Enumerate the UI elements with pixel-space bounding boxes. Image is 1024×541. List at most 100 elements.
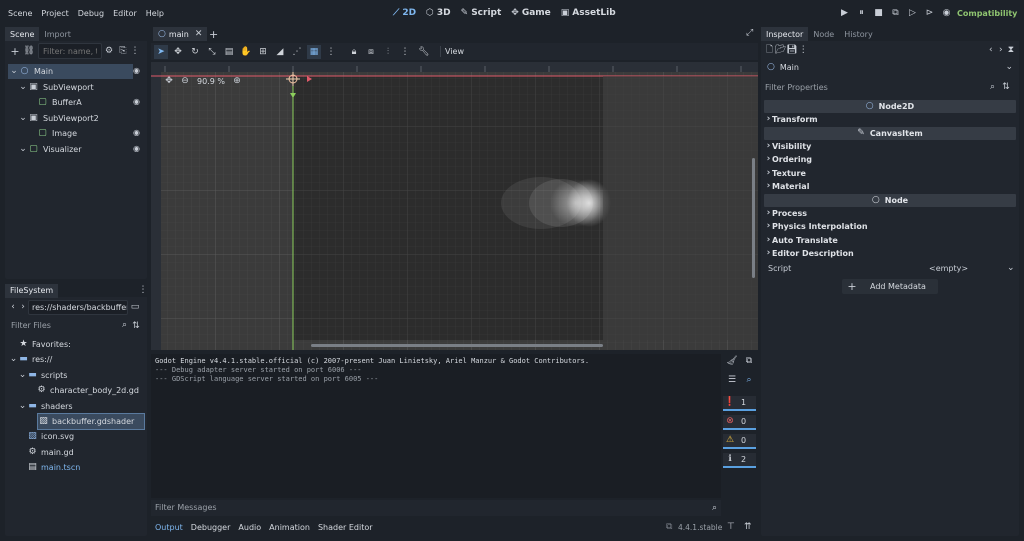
tab-shader-editor[interactable]: Shader Editor: [318, 523, 373, 532]
scene-node[interactable]: ⌄ ▣ SubViewport: [5, 80, 147, 95]
distraction-free-icon[interactable]: ⤢: [746, 29, 753, 38]
bone-options-icon[interactable]: ⋮: [398, 45, 412, 59]
canvas-viewport[interactable]: ✥ ⊖ 90.9 % ⊕: [151, 62, 758, 350]
collapse-icon[interactable]: ☰: [726, 376, 738, 385]
new-resource-icon[interactable]: 🗋︎: [764, 45, 775, 55]
history-back-icon[interactable]: ‹: [986, 45, 996, 55]
editor-messages-toggle[interactable]: ℹ2: [723, 453, 756, 468]
clear-output-icon[interactable]: 🧹︎: [726, 357, 738, 366]
errors-toggle[interactable]: ⊗ 0: [723, 415, 756, 430]
filesystem-item[interactable]: ⌄⚙main.gd: [5, 445, 147, 460]
tree-expand-icon[interactable]: ⌄: [9, 355, 18, 364]
resource-options-icon[interactable]: ⋮: [798, 45, 809, 55]
grid-snap-icon[interactable]: ▦: [307, 44, 321, 59]
filesystem-path-field[interactable]: res://shaders/backbuffer.g: [28, 299, 128, 315]
open-resource-icon[interactable]: 📂︎: [775, 45, 786, 55]
script-value[interactable]: <empty>: [929, 264, 968, 273]
tab-audio[interactable]: Audio: [238, 523, 261, 532]
view-menu[interactable]: View: [440, 46, 468, 57]
filesystem-item[interactable]: ⌄ ▬ shaders: [5, 399, 147, 414]
tree-expand-icon[interactable]: ⌄: [9, 67, 19, 76]
rotate-mode-icon[interactable]: ↻: [188, 45, 202, 59]
inspector-group-transform[interactable]: › Transform: [765, 114, 818, 126]
scene-node[interactable]: ⌄▢Image: [5, 126, 147, 141]
workspace-script[interactable]: ✎ Script: [461, 8, 502, 18]
play-custom-icon[interactable]: ⊳: [921, 8, 938, 18]
menu-project[interactable]: Project: [41, 9, 68, 18]
menu-editor[interactable]: Editor: [113, 9, 137, 18]
tree-expand-icon[interactable]: ⌄: [18, 82, 28, 92]
menu-scene[interactable]: Scene: [8, 9, 32, 18]
zoom-level[interactable]: 90.9 %: [197, 77, 225, 86]
ruler-mode-icon[interactable]: ▤: [222, 45, 236, 59]
smart-snap-icon[interactable]: ⋰: [290, 45, 304, 59]
stop-icon[interactable]: ■: [870, 8, 887, 18]
tab-history[interactable]: History: [839, 27, 877, 41]
select-mode-icon[interactable]: ➤: [154, 44, 168, 59]
movie-maker-icon[interactable]: ◉: [938, 8, 955, 18]
tab-inspector[interactable]: Inspector: [761, 27, 809, 41]
play-scene-icon[interactable]: ▷: [904, 8, 921, 18]
bone-icon[interactable]: ⫶: [381, 45, 395, 59]
tree-expand-icon[interactable]: ⌄: [18, 401, 27, 411]
tab-output[interactable]: Output: [155, 523, 183, 532]
scene-menu-icon[interactable]: ⋮: [130, 46, 140, 56]
visibility-eye-icon[interactable]: ◉: [133, 98, 140, 106]
history-forward-icon[interactable]: ›: [996, 45, 1006, 55]
filter-options-icon[interactable]: ⚙: [102, 46, 116, 56]
inspector-group-process[interactable]: › Process: [765, 208, 807, 220]
scene-node[interactable]: ⌄▢BufferA: [5, 95, 147, 110]
visibility-eye-icon[interactable]: ◉: [133, 144, 140, 153]
inspector-options-icon[interactable]: ⇅: [999, 82, 1013, 92]
close-tab-icon[interactable]: ✕: [195, 29, 203, 39]
inspector-group-auto-translate[interactable]: › Auto Translate: [765, 234, 838, 246]
save-resource-icon[interactable]: 💾︎: [786, 45, 797, 55]
filesystem-menu-icon[interactable]: ⋮: [139, 286, 148, 295]
workspace-game[interactable]: ✥ Game: [511, 8, 551, 18]
visibility-eye-icon[interactable]: ◉: [133, 129, 140, 137]
version-label[interactable]: 4.4.1.stable: [678, 523, 722, 532]
play-icon[interactable]: ▶: [836, 8, 853, 18]
tree-expand-icon[interactable]: ⌄: [18, 113, 28, 123]
tree-expand-icon[interactable]: ⌄: [18, 144, 28, 154]
forward-icon[interactable]: ›: [18, 302, 28, 312]
inspector-object-selector[interactable]: ○ Main ⌄: [763, 59, 1017, 75]
instantiate-scene-icon[interactable]: ⎘: [116, 46, 130, 56]
add-metadata-button[interactable]: + Add Metadata: [842, 279, 938, 294]
version-copy-icon[interactable]: ⧉: [666, 523, 672, 532]
filesystem-filter-field[interactable]: Filter Files ⌕: [8, 319, 130, 334]
zoom-in-icon[interactable]: ⊕: [231, 76, 243, 86]
scene-node[interactable]: ⌄ ▣ SubViewport2: [5, 111, 147, 126]
workspace-assetlib[interactable]: ▣ AssetLib: [561, 8, 616, 18]
pan-mode-icon[interactable]: ✋: [239, 45, 253, 59]
filesystem-item[interactable]: ⌄▤main.tscn: [5, 460, 147, 475]
output-search-icon[interactable]: ⌕: [743, 376, 755, 385]
pin-panel-icon[interactable]: ⊤: [727, 523, 735, 532]
scale-mode-icon[interactable]: ⤡: [205, 45, 219, 59]
new-tab-icon[interactable]: +: [209, 29, 218, 40]
tab-filesystem[interactable]: FileSystem: [5, 283, 59, 298]
filesystem-item[interactable]: ⌄⚙character_body_2d.gd: [5, 383, 147, 398]
output-filter-field[interactable]: Filter Messages ⌕: [151, 500, 721, 516]
inspector-group-editor-description[interactable]: › Editor Description: [765, 248, 854, 260]
filesystem-item[interactable]: ⌄▧backbuffer.gdshader: [37, 413, 145, 430]
scene-filter-input[interactable]: [38, 43, 102, 59]
filesystem-item[interactable]: ⌄ ▬ scripts: [5, 368, 147, 383]
tab-debugger[interactable]: Debugger: [191, 523, 231, 532]
tab-node[interactable]: Node: [808, 27, 839, 41]
inspector-group-ordering[interactable]: › Ordering: [765, 154, 812, 166]
tree-expand-icon[interactable]: ⌄: [18, 370, 27, 380]
list-select-icon[interactable]: ⊞: [256, 45, 270, 59]
filesystem-item[interactable]: ⌄▨icon.svg: [5, 429, 147, 444]
menu-help[interactable]: Help: [146, 9, 164, 18]
tab-import[interactable]: Import: [39, 27, 76, 41]
scene-node[interactable]: ⌄ ▢ Visualizer: [5, 142, 147, 157]
group-icon[interactable]: ⧈: [364, 45, 378, 59]
add-node-icon[interactable]: +: [8, 46, 22, 57]
inspector-group-texture[interactable]: › Texture: [765, 167, 806, 179]
tab-scene[interactable]: Scene: [5, 27, 40, 41]
tab-animation[interactable]: Animation: [269, 523, 310, 532]
menu-debug[interactable]: Debug: [78, 9, 104, 18]
zoom-out-icon[interactable]: ⊖: [179, 76, 191, 86]
move-mode-icon[interactable]: ✥: [171, 45, 185, 59]
